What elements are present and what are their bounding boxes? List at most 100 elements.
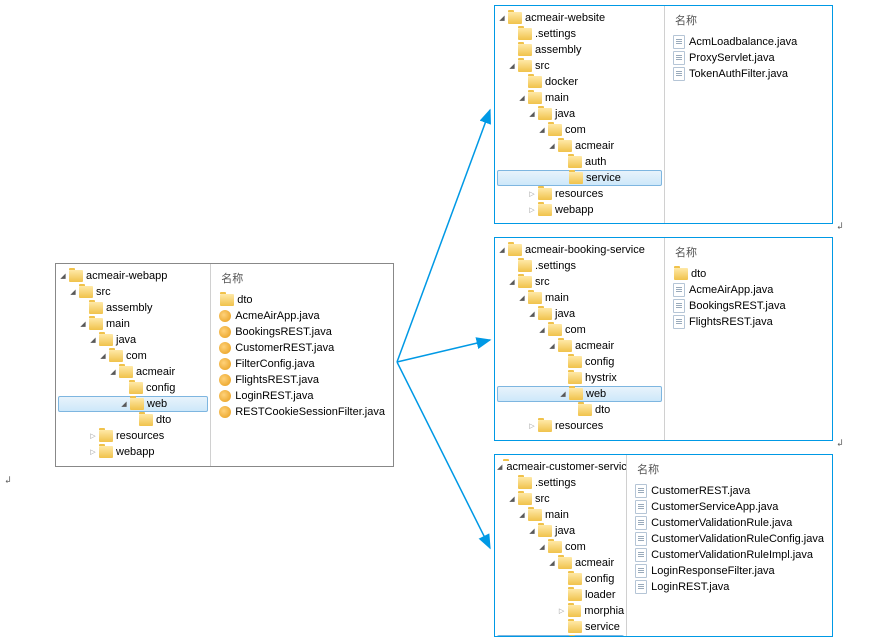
tree-node-acmeair-booking-service[interactable]: acmeair-booking-service bbox=[495, 242, 664, 258]
tree-node-src[interactable]: src bbox=[495, 58, 664, 74]
tree-node-web[interactable]: web bbox=[497, 635, 624, 636]
expand-toggle[interactable] bbox=[88, 432, 98, 440]
expand-toggle[interactable] bbox=[537, 126, 547, 134]
expand-toggle[interactable] bbox=[558, 390, 568, 398]
tree-node-docker[interactable]: docker bbox=[495, 74, 664, 90]
file-item-FlightsREST.java[interactable]: FlightsREST.java bbox=[219, 372, 385, 388]
file-item-CustomerREST.java[interactable]: CustomerREST.java bbox=[219, 340, 385, 356]
file-item-ProxyServlet.java[interactable]: ProxyServlet.java bbox=[673, 50, 824, 66]
tree-node-main[interactable]: main bbox=[495, 507, 626, 523]
expand-toggle[interactable] bbox=[537, 543, 547, 551]
expand-toggle[interactable] bbox=[527, 422, 537, 430]
tree-node-auth[interactable]: auth bbox=[495, 154, 664, 170]
tree-node-.settings[interactable]: .settings bbox=[495, 258, 664, 274]
tree-node-acmeair[interactable]: acmeair bbox=[495, 555, 626, 571]
tree-node-assembly[interactable]: assembly bbox=[495, 42, 664, 58]
file-item-BookingsREST.java[interactable]: BookingsREST.java bbox=[673, 298, 824, 314]
expand-toggle[interactable] bbox=[88, 336, 98, 344]
tree-node-com[interactable]: com bbox=[495, 539, 626, 555]
expand-toggle[interactable] bbox=[78, 320, 88, 328]
expand-toggle[interactable] bbox=[517, 511, 527, 519]
tree-node-dto[interactable]: dto bbox=[495, 402, 664, 418]
file-item-AcmLoadbalance.java[interactable]: AcmLoadbalance.java bbox=[673, 34, 824, 50]
tree-node-.settings[interactable]: .settings bbox=[495, 26, 664, 42]
tree-node-acmeair-customer-service[interactable]: acmeair-customer-service bbox=[495, 459, 626, 475]
tree-node-acmeair[interactable]: acmeair bbox=[495, 338, 664, 354]
tree-node-dto[interactable]: dto bbox=[56, 412, 210, 428]
file-item-LoginResponseFilter.java[interactable]: LoginResponseFilter.java bbox=[635, 563, 824, 579]
tree-node-main[interactable]: main bbox=[56, 316, 210, 332]
expand-toggle[interactable] bbox=[497, 463, 502, 471]
expand-toggle[interactable] bbox=[517, 294, 527, 302]
tree-node-acmeair[interactable]: acmeair bbox=[56, 364, 210, 380]
expand-toggle[interactable] bbox=[547, 342, 557, 350]
tree-node-resources[interactable]: resources bbox=[495, 186, 664, 202]
tree-node-acmeair[interactable]: acmeair bbox=[495, 138, 664, 154]
file-item-AcmeAirApp.java[interactable]: AcmeAirApp.java bbox=[673, 282, 824, 298]
tree-node-web[interactable]: web bbox=[58, 396, 208, 412]
tree-node-com[interactable]: com bbox=[495, 122, 664, 138]
expand-toggle[interactable] bbox=[497, 14, 507, 22]
expand-toggle[interactable] bbox=[119, 400, 129, 408]
file-item-TokenAuthFilter.java[interactable]: TokenAuthFilter.java bbox=[673, 66, 824, 82]
expand-toggle[interactable] bbox=[108, 368, 118, 376]
tree-node-src[interactable]: src bbox=[56, 284, 210, 300]
tree-node-config[interactable]: config bbox=[495, 354, 664, 370]
expand-toggle[interactable] bbox=[537, 326, 547, 334]
tree-node-config[interactable]: config bbox=[56, 380, 210, 396]
tree-node-resources[interactable]: resources bbox=[56, 428, 210, 444]
tree-node-src[interactable]: src bbox=[495, 491, 626, 507]
file-item-CustomerServiceApp.java[interactable]: CustomerServiceApp.java bbox=[635, 499, 824, 515]
expand-toggle[interactable] bbox=[497, 246, 507, 254]
tree-node-main[interactable]: main bbox=[495, 290, 664, 306]
expand-toggle[interactable] bbox=[58, 272, 68, 280]
file-item-AcmeAirApp.java[interactable]: AcmeAirApp.java bbox=[219, 308, 385, 324]
file-item-dto[interactable]: dto bbox=[673, 266, 824, 282]
tree-node-acmeair-website[interactable]: acmeair-website bbox=[495, 10, 664, 26]
expand-toggle[interactable] bbox=[547, 142, 557, 150]
tree-node-java[interactable]: java bbox=[495, 306, 664, 322]
expand-toggle[interactable] bbox=[527, 110, 537, 118]
tree-node-webapp[interactable]: webapp bbox=[56, 444, 210, 460]
file-item-RESTCookieSessionFilter.java[interactable]: RESTCookieSessionFilter.java bbox=[219, 404, 385, 420]
expand-toggle[interactable] bbox=[527, 310, 537, 318]
expand-toggle[interactable] bbox=[507, 62, 517, 70]
tree-node-com[interactable]: com bbox=[56, 348, 210, 364]
file-item-FlightsREST.java[interactable]: FlightsREST.java bbox=[673, 314, 824, 330]
expand-toggle[interactable] bbox=[527, 190, 537, 198]
expand-toggle[interactable] bbox=[517, 94, 527, 102]
tree-node-java[interactable]: java bbox=[56, 332, 210, 348]
tree-node-com[interactable]: com bbox=[495, 322, 664, 338]
file-item-CustomerValidationRule.java[interactable]: CustomerValidationRule.java bbox=[635, 515, 824, 531]
file-item-LoginREST.java[interactable]: LoginREST.java bbox=[635, 579, 824, 595]
expand-toggle[interactable] bbox=[527, 527, 537, 535]
tree-node-resources[interactable]: resources bbox=[495, 418, 664, 434]
expand-toggle[interactable] bbox=[88, 448, 98, 456]
tree-node-config[interactable]: config bbox=[495, 571, 626, 587]
tree-node-main[interactable]: main bbox=[495, 90, 664, 106]
file-item-LoginREST.java[interactable]: LoginREST.java bbox=[219, 388, 385, 404]
expand-toggle[interactable] bbox=[557, 607, 567, 615]
tree-node-java[interactable]: java bbox=[495, 106, 664, 122]
tree-node-service[interactable]: service bbox=[495, 619, 626, 635]
expand-toggle[interactable] bbox=[527, 206, 537, 214]
tree-node-web[interactable]: web bbox=[497, 386, 662, 402]
tree-node-loader[interactable]: loader bbox=[495, 587, 626, 603]
tree-node-assembly[interactable]: assembly bbox=[56, 300, 210, 316]
expand-toggle[interactable] bbox=[547, 559, 557, 567]
tree-node-webapp[interactable]: webapp bbox=[495, 202, 664, 218]
tree-node-hystrix[interactable]: hystrix bbox=[495, 370, 664, 386]
file-item-CustomerValidationRuleImpl.java[interactable]: CustomerValidationRuleImpl.java bbox=[635, 547, 824, 563]
tree-node-java[interactable]: java bbox=[495, 523, 626, 539]
expand-toggle[interactable] bbox=[98, 352, 108, 360]
expand-toggle[interactable] bbox=[507, 278, 517, 286]
file-item-CustomerREST.java[interactable]: CustomerREST.java bbox=[635, 483, 824, 499]
file-item-CustomerValidationRuleConfig.java[interactable]: CustomerValidationRuleConfig.java bbox=[635, 531, 824, 547]
file-item-BookingsREST.java[interactable]: BookingsREST.java bbox=[219, 324, 385, 340]
tree-node-.settings[interactable]: .settings bbox=[495, 475, 626, 491]
expand-toggle[interactable] bbox=[68, 288, 78, 296]
file-item-FilterConfig.java[interactable]: FilterConfig.java bbox=[219, 356, 385, 372]
tree-node-acmeair-webapp[interactable]: acmeair-webapp bbox=[56, 268, 210, 284]
tree-node-morphia[interactable]: morphia bbox=[495, 603, 626, 619]
tree-node-service[interactable]: service bbox=[497, 170, 662, 186]
